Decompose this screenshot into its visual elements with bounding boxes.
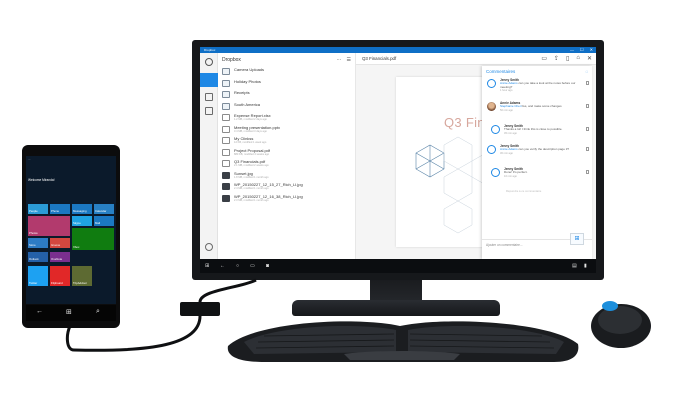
phone-status: ...: [28, 157, 31, 161]
phone-tile[interactable]: Store: [28, 238, 48, 248]
phone-greeting: Welcome Miranda!: [28, 178, 55, 182]
tile-label: Messaging: [73, 209, 87, 213]
phone-tile[interactable]: TripAdvisor: [72, 266, 92, 286]
tile-label: TripAdvisor: [73, 281, 88, 285]
tile-label: Xbox: [73, 245, 80, 249]
phone-tile[interactable]: Skype: [72, 216, 92, 226]
tile-label: Mail: [95, 221, 101, 225]
phone-screen: ... Welcome Miranda! People Phone Messagin…: [26, 156, 116, 304]
phone-tile[interactable]: Flipboard: [50, 266, 70, 286]
tile-label: OneNote: [51, 257, 63, 261]
ergonomic-mouse: [591, 301, 651, 348]
tile-label: Calendar: [95, 209, 107, 213]
phone-tile[interactable]: Twitter: [28, 266, 48, 286]
ergonomic-keyboard: [227, 321, 579, 362]
phone-tile[interactable]: Mail: [94, 216, 114, 226]
phone-tile[interactable]: Xbox: [72, 228, 114, 250]
tile-label: Twitter: [29, 281, 38, 285]
tile-label: People: [29, 209, 38, 213]
tile-label: Flipboard: [51, 281, 63, 285]
search-icon[interactable]: ⌕: [96, 308, 100, 316]
tile-label: Groove: [51, 243, 61, 247]
tile-label: Store: [29, 243, 36, 247]
phone-tile[interactable]: OneNote: [50, 252, 70, 262]
phone-tile[interactable]: People: [28, 204, 48, 214]
tile-label: Outlook: [29, 257, 39, 261]
phone-tile[interactable]: Phone: [50, 204, 70, 214]
phone-tile[interactable]: Outlook: [28, 252, 48, 262]
tile-label: Skype: [73, 221, 81, 225]
back-icon[interactable]: ←: [36, 308, 43, 315]
tile-label: Photos: [29, 231, 38, 235]
tile-label: Phone: [51, 209, 60, 213]
phone-tile[interactable]: Calendar: [94, 204, 114, 214]
phone-tile[interactable]: Photos: [28, 216, 70, 236]
windows-icon[interactable]: ⊞: [66, 308, 72, 316]
phone-tile[interactable]: Messaging: [72, 204, 92, 214]
display-dock: [180, 302, 220, 316]
phone-nav-bar: ← ⊞ ⌕: [26, 305, 116, 321]
phone-tile[interactable]: Groove: [50, 238, 70, 248]
